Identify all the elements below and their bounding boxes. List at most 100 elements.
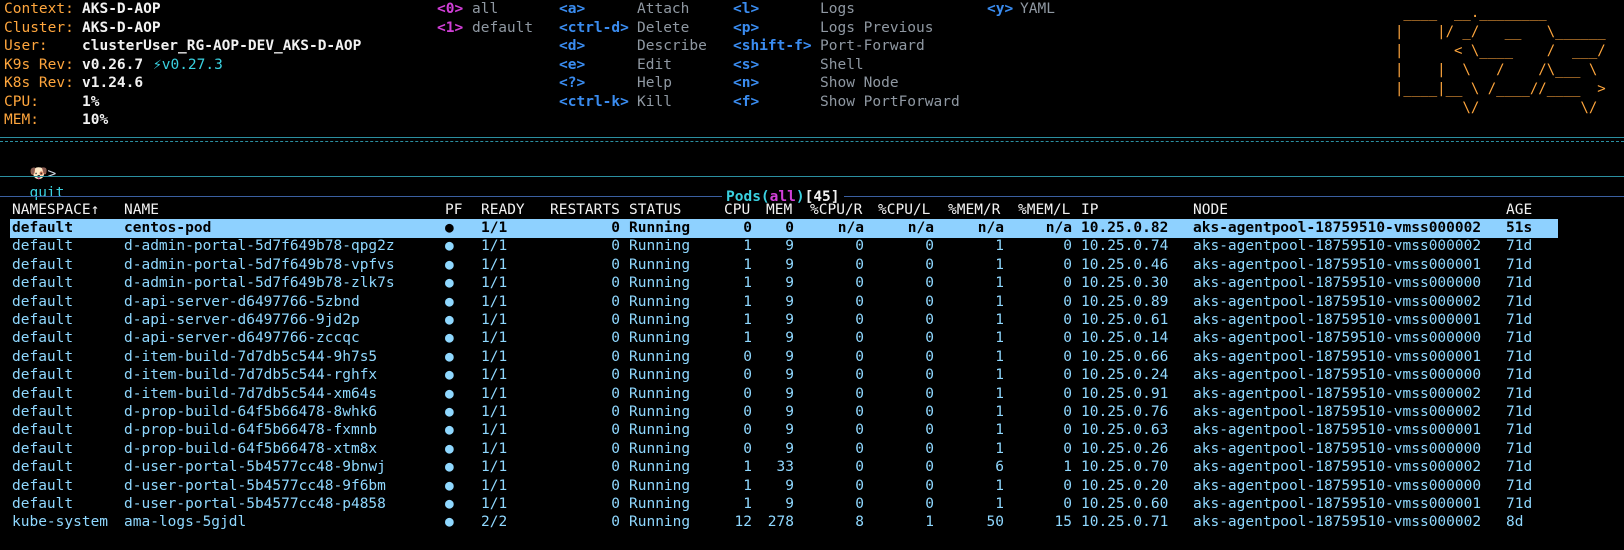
- column-header-cpu-req[interactable]: %CPU/R: [810, 201, 866, 220]
- cell-mem: 9: [785, 367, 794, 384]
- cell-age: 71d: [1506, 238, 1533, 255]
- shortcut-label[interactable]: Port-Forward: [820, 37, 925, 56]
- cell-pf: ●: [445, 440, 454, 457]
- table-row[interactable]: default d-user-portal-5b4577cc48-9f6bm ● 1/…: [0, 477, 1624, 496]
- shortcut-label[interactable]: Describe: [637, 37, 707, 56]
- cell-restarts: 0: [611, 220, 620, 236]
- cell-mem: 9: [785, 440, 794, 457]
- cell-ip: 10.25.0.89: [1081, 293, 1169, 310]
- shortcut-label[interactable]: Delete: [637, 19, 689, 38]
- shortcut-key[interactable]: <p>: [733, 19, 759, 38]
- table-row[interactable]: default d-admin-portal-5d7f649b78-vpfvs ● 1…: [0, 256, 1624, 275]
- shortcut-key[interactable]: <f>: [733, 93, 759, 112]
- shortcut-label[interactable]: YAML: [1020, 0, 1055, 19]
- cell-age: 8d: [1506, 514, 1524, 531]
- cell-cpu-req: 0: [855, 238, 864, 255]
- column-header-mem-lim[interactable]: %MEM/L: [1018, 201, 1074, 220]
- table-row[interactable]: default centos-pod ● 1/1 0 Running 0 0 n/a n/a n/a…: [10, 219, 1558, 238]
- column-header-status[interactable]: STATUS: [629, 201, 721, 220]
- shortcut-key[interactable]: <d>: [559, 37, 585, 56]
- cell-name: d-item-build-7d7db5c544-rghfx: [124, 367, 378, 384]
- shortcut-key[interactable]: <y>: [987, 0, 1013, 19]
- shortcut-key[interactable]: <shift-f>: [733, 37, 812, 56]
- shortcut-key[interactable]: <ctrl-k>: [559, 93, 629, 112]
- shortcut-label[interactable]: Help: [637, 74, 672, 93]
- column-header-mem[interactable]: MEM: [766, 201, 800, 220]
- shortcut-label[interactable]: Kill: [637, 93, 672, 112]
- cell-cpu-lim: 0: [925, 422, 934, 439]
- shortcut-key[interactable]: <?>: [559, 74, 585, 93]
- shortcut-label[interactable]: Edit: [637, 56, 672, 75]
- table-row[interactable]: default d-item-build-7d7db5c544-9h7s5 ● 1/1…: [0, 348, 1624, 367]
- shortcut-key[interactable]: <l>: [733, 0, 759, 19]
- cell-name: d-admin-portal-5d7f649b78-vpfvs: [124, 256, 395, 273]
- namespace-key[interactable]: <1>: [437, 19, 463, 38]
- shortcut-key[interactable]: <ctrl-d>: [559, 19, 629, 38]
- shortcut-key[interactable]: <e>: [559, 56, 585, 75]
- cell-mem-lim: 0: [1063, 312, 1072, 328]
- table-row[interactable]: default d-api-server-d6497766-zccqc ● 1/1 0 R…: [0, 329, 1624, 348]
- cell-mem-req: 1: [995, 477, 1004, 494]
- cell-cpu: 1: [743, 238, 752, 255]
- column-header-name[interactable]: NAME: [124, 201, 444, 220]
- table-row[interactable]: kube-system ama-logs-5gjdl ● 2/2 0 Running 12 2…: [0, 513, 1624, 532]
- cell-mem: 9: [785, 238, 794, 255]
- table-row[interactable]: default d-api-server-d6497766-5zbnd ● 1/1 0 R…: [0, 293, 1624, 312]
- table-row[interactable]: default d-user-portal-5b4577cc48-9bnwj ● 1/…: [0, 458, 1624, 477]
- table-row[interactable]: default d-admin-portal-5d7f649b78-zlk7s ● 1…: [0, 274, 1624, 293]
- column-header-ready[interactable]: READY: [481, 201, 547, 220]
- cell-status: Running: [629, 404, 691, 420]
- cell-pf: ●: [445, 330, 454, 347]
- cell-age: 71d: [1506, 440, 1533, 457]
- shortcut-label[interactable]: Attach: [637, 0, 689, 19]
- namespace-label[interactable]: default: [472, 19, 533, 38]
- shortcut-label[interactable]: Logs Previous: [820, 19, 934, 38]
- column-header-restarts[interactable]: RESTARTS: [550, 201, 622, 220]
- info-value: 10%: [82, 112, 109, 128]
- namespace-label[interactable]: all: [472, 0, 498, 19]
- command-prompt[interactable]: 🐶> quit: [12, 146, 64, 203]
- column-header-cpu-lim[interactable]: %CPU/L: [878, 201, 936, 220]
- cell-cpu: 1: [743, 293, 752, 310]
- prompt-text[interactable]: quit: [29, 185, 64, 201]
- column-header-mem-req[interactable]: %MEM/R: [948, 201, 1006, 220]
- shortcut-label[interactable]: Show Node: [820, 74, 899, 93]
- shortcut-label[interactable]: Logs: [820, 0, 855, 19]
- column-header-ip[interactable]: IP: [1081, 201, 1189, 220]
- cell-ip: 10.25.0.63: [1081, 422, 1169, 439]
- cell-pf: ●: [445, 514, 454, 531]
- table-row[interactable]: default d-item-build-7d7db5c544-rghfx ● 1/1…: [0, 366, 1624, 385]
- cell-restarts: 0: [611, 348, 620, 365]
- cell-ready: 1/1: [481, 440, 508, 457]
- column-header-cpu[interactable]: CPU: [724, 201, 754, 220]
- table-row[interactable]: default d-item-build-7d7db5c544-xm64s ● 1/1…: [0, 385, 1624, 404]
- cell-node: aks-agentpool-18759510-vmss000001: [1193, 496, 1482, 512]
- shortcut-key[interactable]: <a>: [559, 0, 585, 19]
- cell-mem: 9: [785, 404, 794, 420]
- column-header-node[interactable]: NODE: [1193, 201, 1503, 220]
- cell-mem: 9: [785, 312, 794, 328]
- shortcut-key[interactable]: <s>: [733, 56, 759, 75]
- cell-mem-lim: 0: [1063, 367, 1072, 384]
- table-row[interactable]: default d-api-server-d6497766-9jd2p ● 1/1 0 R…: [0, 311, 1624, 330]
- namespace-key[interactable]: <0>: [437, 0, 463, 19]
- cell-cpu-lim: 0: [925, 459, 934, 476]
- column-header-age[interactable]: AGE: [1506, 201, 1566, 220]
- shortcut-label[interactable]: Show PortForward: [820, 93, 960, 112]
- cell-mem: 9: [785, 275, 794, 292]
- cell-mem-req: 1: [995, 385, 1004, 402]
- column-header-pf[interactable]: PF: [445, 201, 475, 220]
- shortcut-key[interactable]: <n>: [733, 74, 759, 93]
- table-row[interactable]: default d-prop-build-64f5b66478-8whk6 ● 1/1…: [0, 403, 1624, 422]
- column-header-namespace[interactable]: NAMESPACE↑: [12, 201, 122, 220]
- table-row[interactable]: default d-prop-build-64f5b66478-fxmnb ● 1/1…: [0, 421, 1624, 440]
- cell-pf: ●: [445, 385, 454, 402]
- table-row[interactable]: default d-user-portal-5b4577cc48-p4858 ● 1/…: [0, 495, 1624, 514]
- table-row[interactable]: default d-admin-portal-5d7f649b78-qpg2z ● 1…: [0, 237, 1624, 256]
- cell-restarts: 0: [611, 293, 620, 310]
- info-label: MEM:: [4, 112, 39, 128]
- cell-age: 71d: [1506, 385, 1533, 402]
- cell-cpu-req: 0: [855, 422, 864, 439]
- table-row[interactable]: default d-prop-build-64f5b66478-xtm8x ● 1/1…: [0, 440, 1624, 459]
- shortcut-label[interactable]: Shell: [820, 56, 864, 75]
